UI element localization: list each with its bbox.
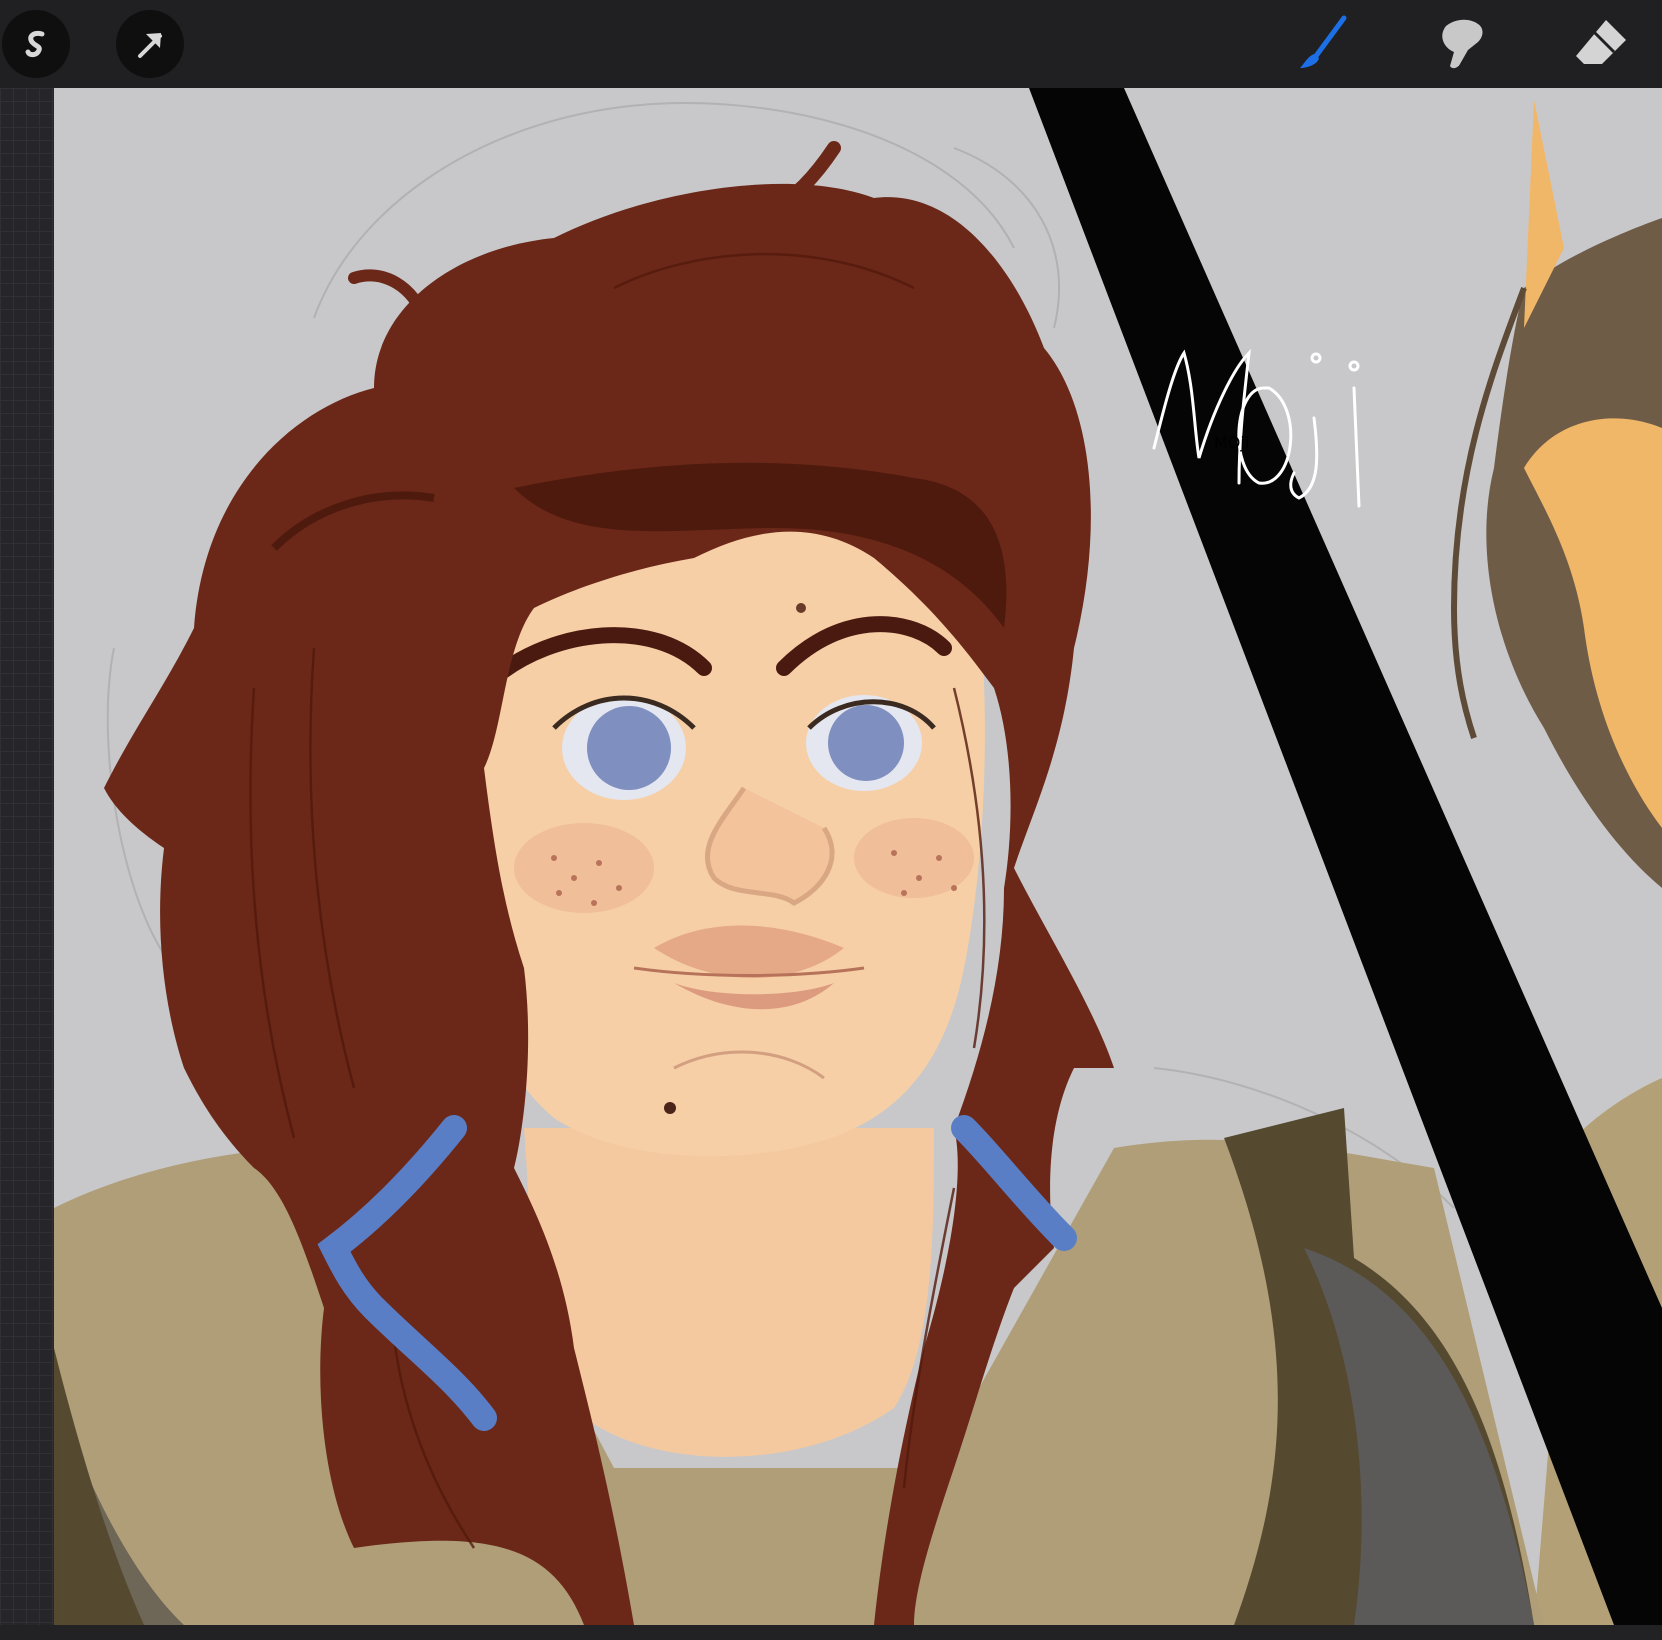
- gallery-button[interactable]: [2, 10, 70, 78]
- transform-button[interactable]: [116, 10, 184, 78]
- transform-arrow-icon: [138, 33, 162, 58]
- artwork: MOji: [54, 88, 1662, 1625]
- brush-icon: [1300, 15, 1347, 68]
- eraser-icon: [1576, 20, 1626, 64]
- bottom-bar: [0, 1625, 1662, 1640]
- signature-text: MOji: [1214, 433, 1249, 452]
- eraser-button[interactable]: [1568, 10, 1636, 78]
- drawing-canvas[interactable]: MOji: [54, 88, 1662, 1625]
- brush-button[interactable]: [1290, 10, 1358, 78]
- toolbar: [0, 0, 1662, 88]
- sidebar-rail[interactable]: [0, 88, 54, 1640]
- procreate-logo-icon: [25, 31, 45, 58]
- smudge-icon: [1442, 19, 1483, 69]
- smudge-button[interactable]: [1428, 10, 1496, 78]
